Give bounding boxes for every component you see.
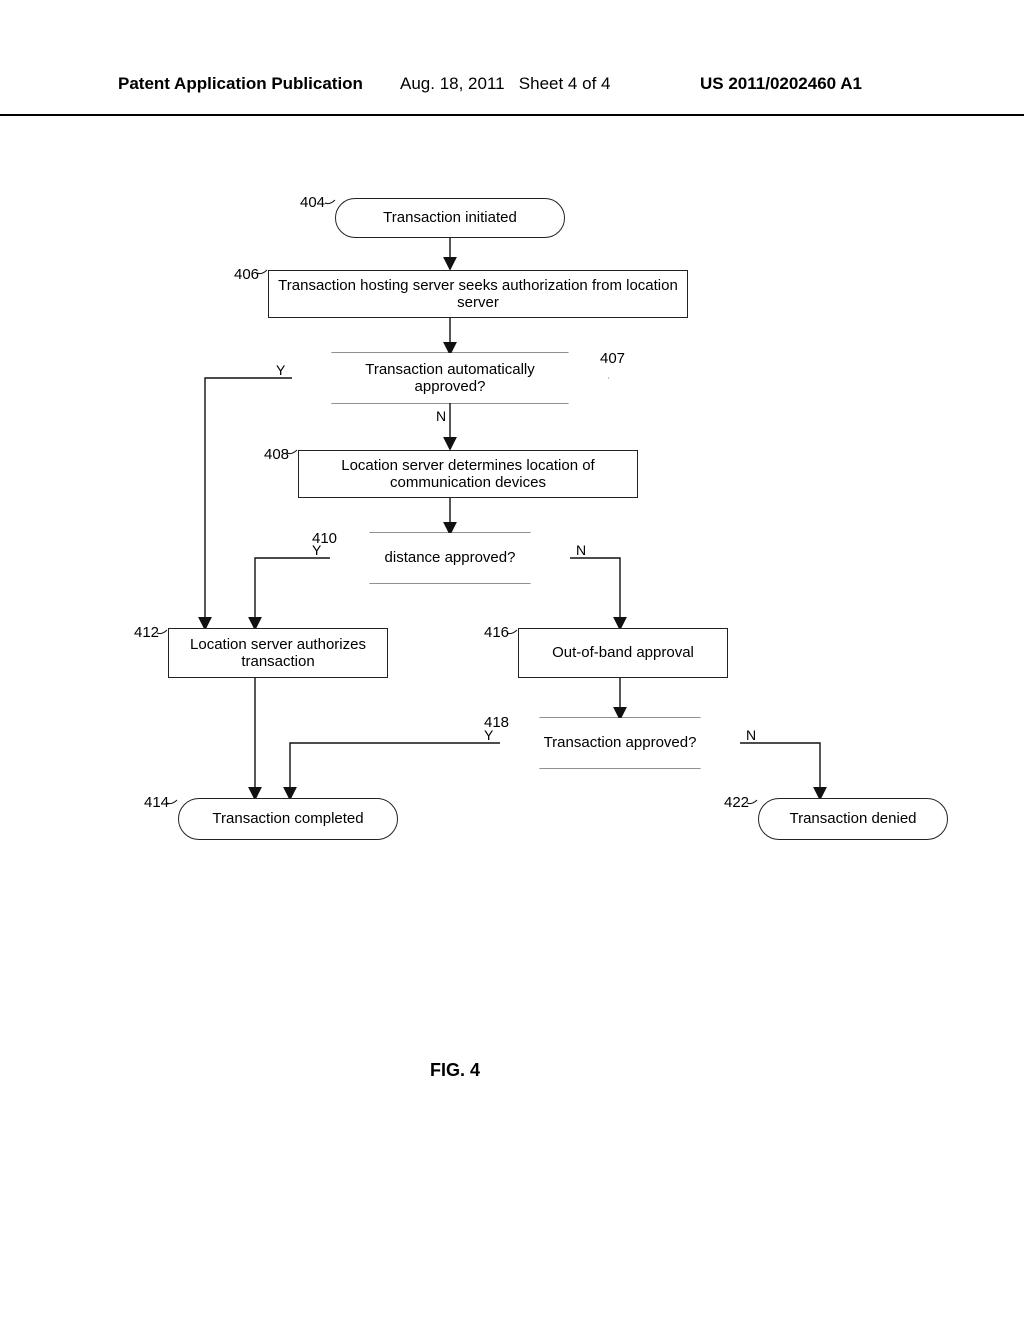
- label-407-n: N: [436, 408, 446, 424]
- node-distance-approved: distance approved?: [330, 533, 570, 583]
- label-418-n: N: [746, 727, 756, 743]
- ref-404: 404: [300, 194, 325, 211]
- ref-408: 408: [264, 446, 289, 463]
- ref-414: 414: [144, 794, 169, 811]
- node-transaction-initiated: Transaction initiated: [335, 198, 565, 238]
- label-410-n: N: [576, 542, 586, 558]
- header-pubno: US 2011/0202460 A1: [700, 74, 862, 94]
- header-date-sheet: Aug. 18, 2011 Sheet 4 of 4: [400, 74, 610, 94]
- header-publication: Patent Application Publication: [118, 74, 363, 94]
- label-418-y: Y: [484, 727, 493, 743]
- ref-407: 407: [600, 350, 625, 367]
- ref-406: 406: [234, 266, 259, 283]
- node-auto-approved: Transaction automatically approved?: [292, 353, 608, 403]
- ref-416: 416: [484, 624, 509, 641]
- node-transaction-approved: Transaction approved?: [500, 718, 740, 768]
- ref-412: 412: [134, 624, 159, 641]
- node-authorize-transaction: Location server authorizes transaction: [168, 628, 388, 678]
- ref-422: 422: [724, 794, 749, 811]
- label-407-y: Y: [276, 362, 285, 378]
- label-410-y: Y: [312, 542, 321, 558]
- node-transaction-denied: Transaction denied: [758, 798, 948, 840]
- node-seek-authorization: Transaction hosting server seeks authori…: [268, 270, 688, 318]
- node-out-of-band-approval: Out-of-band approval: [518, 628, 728, 678]
- figure-caption: FIG. 4: [430, 1060, 480, 1081]
- flowchart: Transaction initiated 404 Transaction ho…: [0, 170, 1024, 950]
- node-determine-location: Location server determines location of c…: [298, 450, 638, 498]
- node-transaction-completed: Transaction completed: [178, 798, 398, 840]
